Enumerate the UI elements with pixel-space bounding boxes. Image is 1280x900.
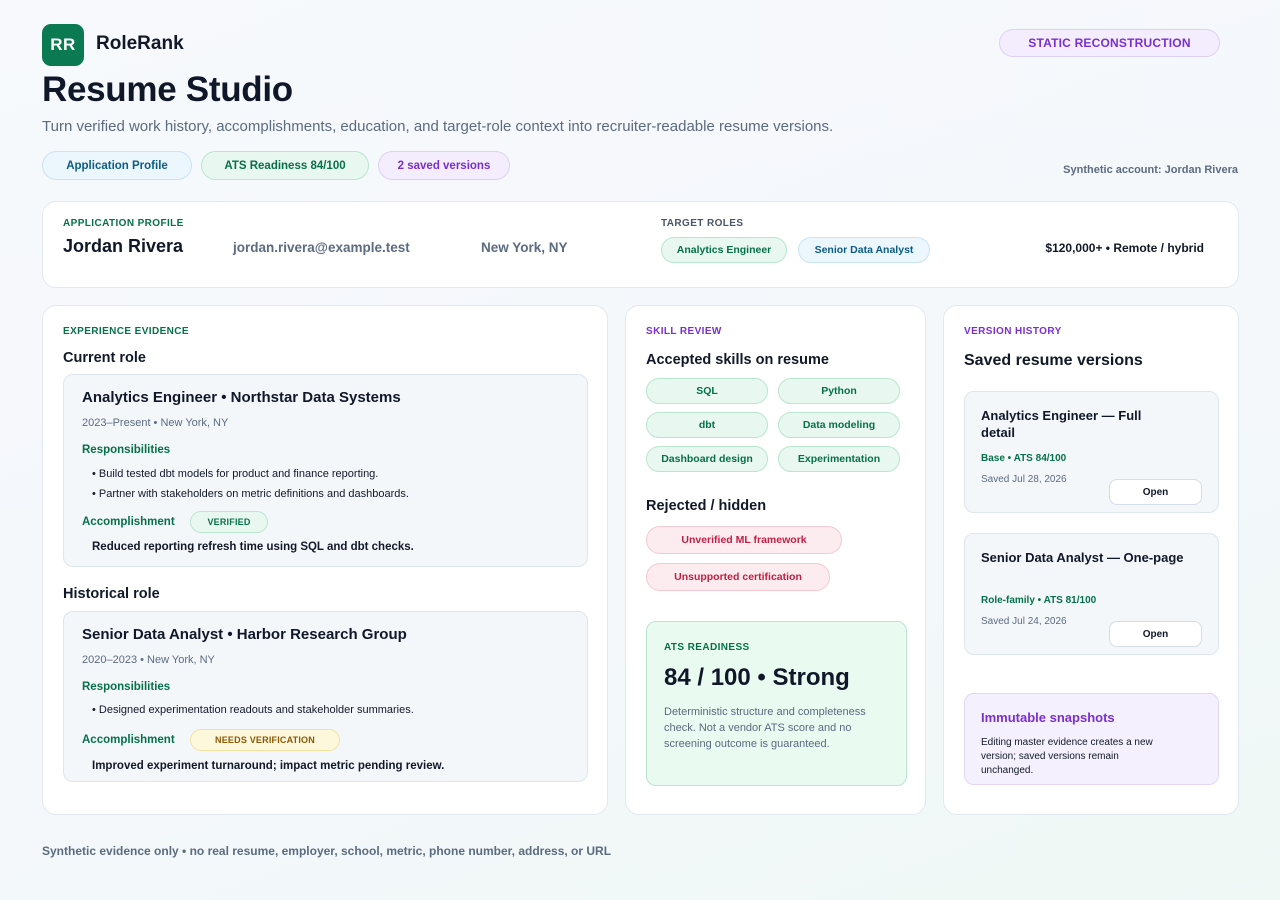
- saved-versions-pill[interactable]: 2 saved versions: [378, 151, 510, 180]
- account-label: Synthetic account: Jordan Rivera: [1063, 164, 1238, 176]
- target-role-analytics-engineer[interactable]: Analytics Engineer: [661, 237, 787, 263]
- version-date: Saved Jul 24, 2026: [981, 616, 1067, 627]
- snapshots-title: Immutable snapshots: [981, 710, 1115, 725]
- footer-disclaimer: Synthetic evidence only • no real resume…: [42, 844, 612, 858]
- experience-eyebrow: EXPERIENCE EVIDENCE: [63, 326, 189, 337]
- current-role-heading: Current role: [63, 350, 146, 366]
- page-subtitle: Turn verified work history, accomplishme…: [42, 118, 834, 135]
- verified-status-badge: VERIFIED: [190, 511, 268, 533]
- accomplishment-text: Improved experiment turnaround; impact m…: [92, 760, 445, 772]
- historical-role-box: Senior Data Analyst • Harbor Research Gr…: [63, 611, 588, 782]
- compensation: $120,000+ • Remote / hybrid: [1045, 241, 1204, 255]
- brand-name: RoleRank: [96, 33, 184, 54]
- version-item[interactable]: Senior Data Analyst — One-page Role-fami…: [964, 533, 1219, 655]
- target-roles-label: TARGET ROLES: [661, 218, 744, 229]
- ats-readiness-box: ATS READINESS 84 / 100 • Strong Determin…: [646, 621, 907, 786]
- immutable-snapshots-box: Immutable snapshots Editing master evide…: [964, 693, 1219, 785]
- logo: RR: [42, 24, 84, 66]
- version-history-eyebrow: VERSION HISTORY: [964, 326, 1062, 337]
- profile-name: Jordan Rivera: [63, 236, 184, 256]
- experience-card: EXPERIENCE EVIDENCE Current role Analyti…: [42, 305, 608, 815]
- ats-description: Deterministic structure and completeness…: [664, 706, 866, 750]
- current-role-box: Analytics Engineer • Northstar Data Syst…: [63, 374, 588, 567]
- accepted-skills-heading: Accepted skills on resume: [646, 352, 829, 368]
- skill-pill-sql[interactable]: SQL: [646, 378, 768, 404]
- role-title: Senior Data Analyst • Harbor Research Gr…: [82, 626, 407, 643]
- ats-score: 84 / 100 • Strong: [664, 664, 850, 691]
- static-reconstruction-badge: STATIC RECONSTRUCTION: [999, 29, 1220, 57]
- skill-pill-experimentation[interactable]: Experimentation: [778, 446, 900, 472]
- skill-pill-data-modeling[interactable]: Data modeling: [778, 412, 900, 438]
- ats-readiness-pill[interactable]: ATS Readiness 84/100: [201, 151, 369, 180]
- responsibility-bullet: • Designed experimentation readouts and …: [92, 704, 414, 716]
- version-date: Saved Jul 28, 2026: [981, 474, 1067, 485]
- profile-email: jordan.rivera@example.test: [233, 240, 410, 255]
- skill-review-card: SKILL REVIEW Accepted skills on resume S…: [625, 305, 926, 815]
- profile-card: APPLICATION PROFILE Jordan Rivera jordan…: [42, 201, 1239, 288]
- role-meta: 2020–2023 • New York, NY: [82, 654, 215, 666]
- application-profile-pill[interactable]: Application Profile: [42, 151, 192, 180]
- profile-eyebrow: APPLICATION PROFILE: [63, 218, 184, 229]
- target-role-senior-data-analyst[interactable]: Senior Data Analyst: [798, 237, 930, 263]
- ats-readiness-eyebrow: ATS READINESS: [664, 642, 750, 653]
- role-title: Analytics Engineer • Northstar Data Syst…: [82, 389, 401, 406]
- accomplishment-label: Accomplishment: [82, 734, 175, 746]
- historical-role-heading: Historical role: [63, 586, 160, 602]
- open-version-button[interactable]: Open: [1109, 621, 1202, 647]
- responsibility-bullet: • Build tested dbt models for product an…: [92, 468, 379, 480]
- version-title: Senior Data Analyst — One-page: [981, 550, 1184, 565]
- version-meta: Role-family • ATS 81/100: [981, 595, 1097, 606]
- version-item[interactable]: Analytics Engineer — Full detail Base • …: [964, 391, 1219, 513]
- accomplishment-label: Accomplishment: [82, 516, 175, 528]
- needs-verification-badge: NEEDS VERIFICATION: [190, 729, 340, 751]
- responsibilities-label: Responsibilities: [82, 681, 171, 693]
- rejected-skills-heading: Rejected / hidden: [646, 498, 767, 514]
- role-meta: 2023–Present • New York, NY: [82, 417, 229, 429]
- saved-versions-heading: Saved resume versions: [964, 352, 1143, 369]
- rejected-skill-pill[interactable]: Unverified ML framework: [646, 526, 842, 554]
- page-title: Resume Studio: [42, 70, 293, 109]
- skill-pill-python[interactable]: Python: [778, 378, 900, 404]
- rejected-skill-pill[interactable]: Unsupported certification: [646, 563, 830, 591]
- responsibility-bullet: • Partner with stakeholders on metric de…: [92, 488, 409, 500]
- version-meta: Base • ATS 84/100: [981, 453, 1067, 464]
- version-history-card: VERSION HISTORY Saved resume versions An…: [943, 305, 1239, 815]
- version-title: Analytics Engineer — Full detail: [981, 408, 1142, 440]
- responsibilities-label: Responsibilities: [82, 444, 171, 456]
- skill-pill-dashboard-design[interactable]: Dashboard design: [646, 446, 768, 472]
- accomplishment-text: Reduced reporting refresh time using SQL…: [92, 541, 414, 553]
- skill-review-eyebrow: SKILL REVIEW: [646, 326, 722, 337]
- snapshots-text: Editing master evidence creates a new ve…: [981, 737, 1153, 776]
- open-version-button[interactable]: Open: [1109, 479, 1202, 505]
- skill-pill-dbt[interactable]: dbt: [646, 412, 768, 438]
- profile-location: New York, NY: [481, 240, 568, 255]
